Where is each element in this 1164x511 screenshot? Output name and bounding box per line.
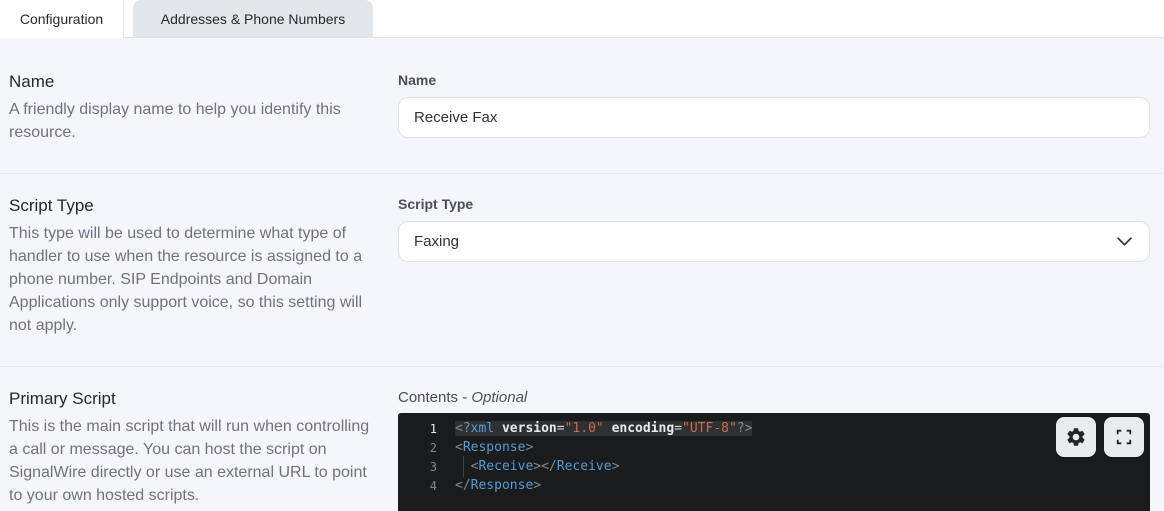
code-text: <Response> [455, 440, 533, 455]
section-description: This type will be used to determine what… [9, 222, 381, 337]
code-editor[interactable]: 1 <?xml version="1.0" encoding="UTF-8"?> 2… [398, 413, 1150, 511]
name-field-label: Name [398, 72, 1150, 88]
contents-label-text: Contents - [398, 389, 467, 406]
section-script-type-field: Script Type Faxing [398, 196, 1150, 337]
section-primary-script-field: Contents - Optional 1 <?xml version="1.0"… [398, 389, 1150, 511]
section-script-type-info: Script Type This type will be used to de… [9, 196, 389, 337]
section-primary-script-info: Primary Script This is the main script t… [9, 389, 389, 511]
fullscreen-icon [1115, 428, 1133, 446]
editor-fullscreen-button[interactable] [1104, 417, 1144, 457]
code-text: <Receive></Receive> [455, 459, 619, 474]
code-text: <?xml version="1.0" encoding="UTF-8"?> [455, 421, 752, 436]
editor-toolbar [1056, 417, 1144, 457]
section-description: A friendly display name to help you iden… [9, 98, 381, 144]
gear-icon [1065, 426, 1087, 448]
script-type-field-label: Script Type [398, 196, 1150, 212]
code-text: </Response> [455, 478, 541, 493]
section-heading: Script Type [9, 196, 389, 216]
code-editor-lines: 1 <?xml version="1.0" encoding="UTF-8"?> 2… [398, 419, 1150, 495]
code-line[interactable]: 3 <Receive></Receive> [398, 457, 1150, 476]
code-line[interactable]: 4 </Response> [398, 476, 1150, 495]
tab-label: Addresses & Phone Numbers [161, 11, 345, 27]
section-primary-script: Primary Script This is the main script t… [0, 366, 1164, 511]
tab-configuration[interactable]: Configuration [0, 0, 124, 38]
contents-label-optional: Optional [471, 389, 527, 406]
section-description: This is the main script that will run wh… [9, 415, 381, 507]
code-line[interactable]: 2 <Response> [398, 438, 1150, 457]
chevron-down-icon [1117, 237, 1132, 246]
script-type-selected-value: Faxing [414, 233, 459, 250]
line-number: 4 [398, 479, 437, 493]
line-number: 2 [398, 441, 437, 455]
editor-settings-button[interactable] [1056, 417, 1096, 457]
tab-bar: Configuration Addresses & Phone Numbers [0, 0, 1164, 38]
section-script-type: Script Type This type will be used to de… [0, 173, 1164, 366]
tab-label: Configuration [20, 11, 103, 27]
section-name-field: Name [398, 72, 1150, 144]
script-type-select[interactable]: Faxing [398, 221, 1150, 262]
section-heading: Name [9, 72, 389, 92]
section-name: Name A friendly display name to help you… [0, 38, 1164, 173]
line-number: 3 [398, 460, 437, 474]
contents-field-label: Contents - Optional [398, 389, 1150, 406]
section-name-info: Name A friendly display name to help you… [9, 72, 389, 144]
section-heading: Primary Script [9, 389, 389, 409]
name-input[interactable] [398, 97, 1150, 138]
code-line[interactable]: 1 <?xml version="1.0" encoding="UTF-8"?> [398, 419, 1150, 438]
tab-addresses-phone-numbers[interactable]: Addresses & Phone Numbers [133, 0, 373, 38]
line-number: 1 [398, 422, 437, 436]
